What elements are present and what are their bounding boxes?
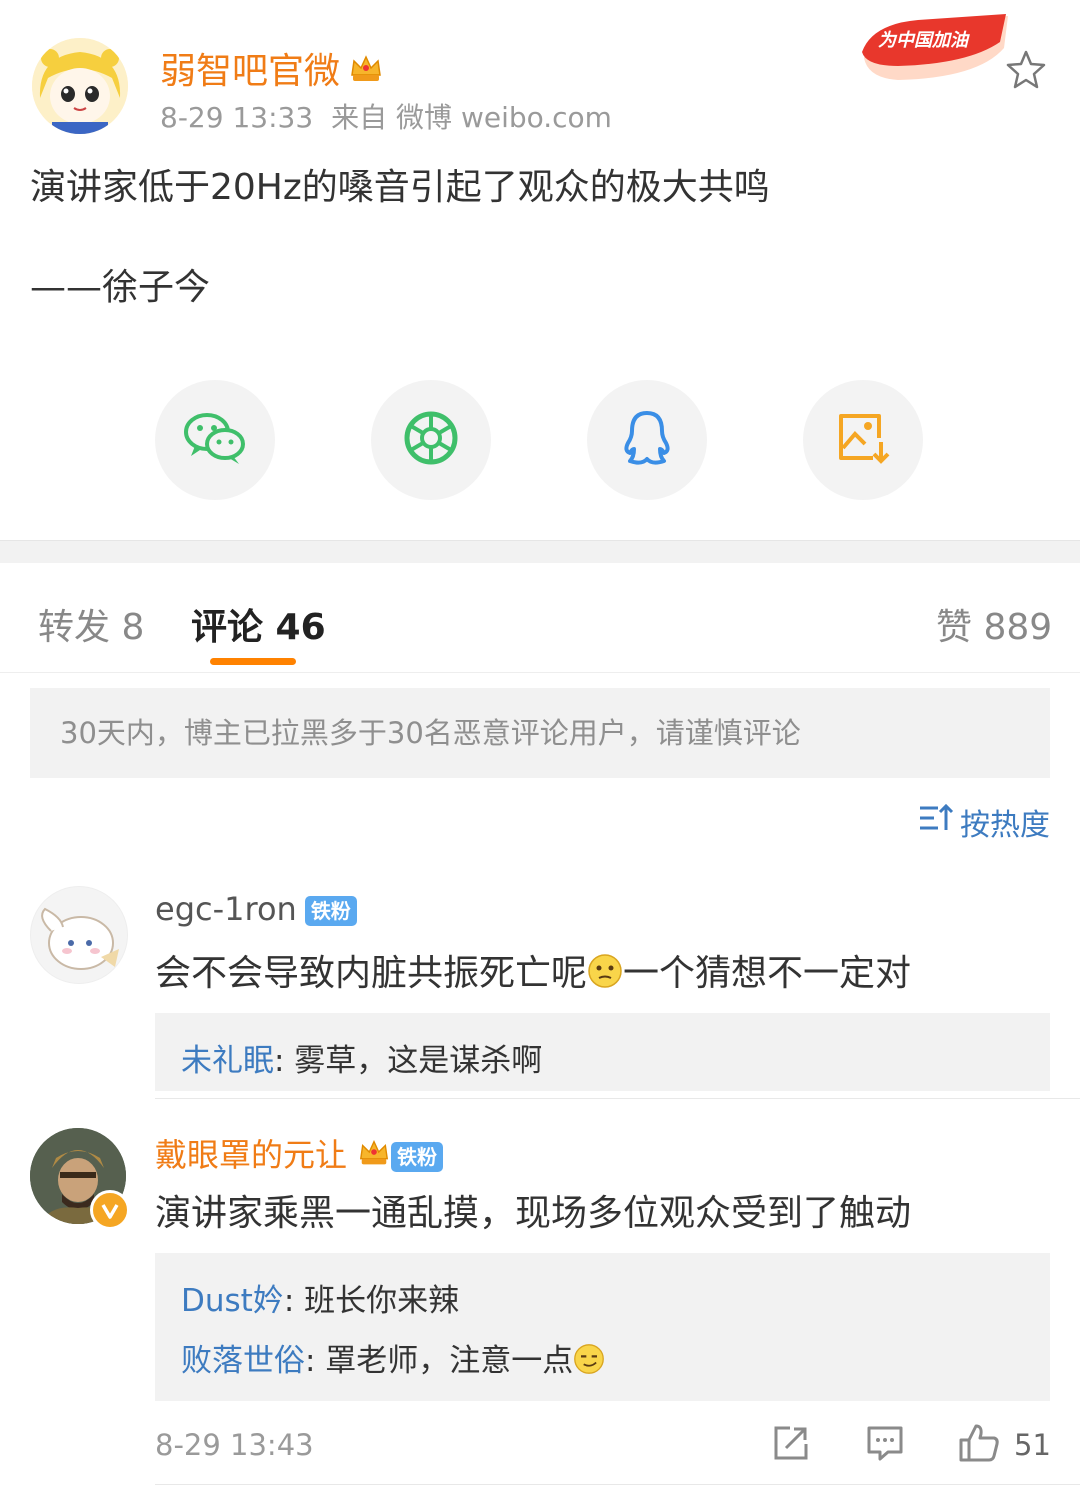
tabs-divider — [0, 672, 1080, 673]
vip-crown-icon — [348, 51, 384, 96]
active-tab-indicator — [210, 658, 296, 665]
sort-label: 按热度 — [960, 808, 1050, 843]
sort-icon — [918, 802, 954, 842]
reply-comment-button[interactable] — [866, 1422, 904, 1468]
comment-notice: 30天内，博主已拉黑多于30名恶意评论用户，请谨慎评论 — [30, 688, 1050, 778]
comment-text-part: 会不会导致内脏共振死亡呢 — [155, 953, 588, 994]
comment-text-part: 一个猜想不一定对 — [623, 953, 912, 994]
reply-item[interactable]: Dust妗: 班长你来辣 — [181, 1275, 459, 1320]
like-count: 51 — [1014, 1428, 1051, 1462]
vip-crown-icon — [357, 1136, 391, 1178]
author-avatar[interactable] — [32, 38, 128, 134]
section-separator — [0, 540, 1080, 563]
share-moments-button[interactable] — [371, 380, 491, 500]
reply-text: : 班长你来辣 — [283, 1283, 460, 1319]
verified-v-icon — [90, 1190, 130, 1230]
comment-icon — [866, 1424, 904, 1466]
thumbs-up-icon — [958, 1422, 1000, 1468]
comment-user-row[interactable]: egc-1ron 铁粉 — [155, 890, 357, 928]
tab-repost[interactable]: 转发 8 — [38, 598, 144, 650]
post-signature: ——徐子今 — [30, 267, 211, 308]
event-badge[interactable]: 为中国加油 — [858, 8, 1014, 88]
comment-notice-text: 30天内，博主已拉黑多于30名恶意评论用户，请谨慎评论 — [60, 716, 801, 750]
tab-likes[interactable]: 赞 889 — [936, 598, 1052, 650]
comment-avatar[interactable] — [30, 886, 128, 984]
tab-comments[interactable]: 评论 46 — [191, 598, 326, 650]
wechat-icon — [183, 410, 247, 470]
post-meta: 8-29 13:33 来自 微博 weibo.com — [160, 96, 630, 136]
comment-divider — [155, 1484, 1080, 1485]
moments-icon — [403, 410, 459, 470]
post-source: 来自 微博 weibo.com — [331, 101, 612, 134]
event-badge-label: 为中国加油 — [878, 30, 970, 51]
qq-icon — [622, 409, 672, 471]
post-text: 演讲家低于20Hz的嗓音引起了观众的极大共鸣 — [30, 167, 770, 208]
reply-text: : 罩老师，注意一点 — [305, 1343, 574, 1379]
repost-comment-button[interactable] — [772, 1422, 810, 1468]
share-qq-button[interactable] — [587, 380, 707, 500]
thinking-emoji-icon — [587, 953, 623, 998]
post-time: 8-29 13:33 — [160, 101, 314, 134]
reply-box[interactable]: 未礼眠: 雾草，这是谋杀啊 — [155, 1013, 1050, 1091]
comment-text: 会不会导致内脏共振死亡呢 一个猜想不一定对 — [155, 944, 911, 998]
reply-username[interactable]: Dust妗 — [181, 1283, 284, 1319]
reply-username[interactable]: 未礼眠 — [181, 1043, 274, 1079]
comment-user-row[interactable]: 戴眼罩的元让 铁粉 — [155, 1130, 444, 1178]
fan-badge: 铁粉 — [304, 896, 357, 926]
reply-item[interactable]: 未礼眠: 雾草，这是谋杀啊 — [181, 1035, 542, 1080]
reply-text: : 雾草，这是谋杀啊 — [274, 1043, 543, 1079]
smirk-emoji-icon — [573, 1343, 605, 1383]
save-image-icon — [835, 410, 891, 470]
like-comment-button[interactable]: 51 — [958, 1422, 1051, 1468]
comment-time: 8-29 13:43 — [155, 1428, 314, 1462]
author-name[interactable]: 弱智吧官微 — [160, 51, 340, 92]
comment-username[interactable]: egc-1ron — [155, 890, 297, 928]
author-name-row[interactable]: 弱智吧官微 — [160, 42, 384, 96]
comment-text: 演讲家乘黑一通乱摸，现场多位观众受到了触动 — [155, 1193, 912, 1234]
share-wechat-button[interactable] — [155, 380, 275, 500]
fan-badge: 铁粉 — [391, 1142, 444, 1172]
favorite-star-icon[interactable] — [1004, 48, 1048, 92]
comment-username[interactable]: 戴眼罩的元让 — [155, 1136, 347, 1174]
reply-item[interactable]: 败落世俗: 罩老师，注意一点 — [181, 1335, 605, 1383]
reply-username[interactable]: 败落世俗 — [181, 1343, 305, 1379]
save-image-button[interactable] — [803, 380, 923, 500]
reply-box[interactable]: Dust妗: 班长你来辣 败落世俗: 罩老师，注意一点 — [155, 1253, 1050, 1401]
share-icon — [772, 1424, 810, 1466]
comment-divider — [155, 1098, 1080, 1099]
sort-by-hot-button[interactable]: 按热度 — [918, 800, 1050, 844]
